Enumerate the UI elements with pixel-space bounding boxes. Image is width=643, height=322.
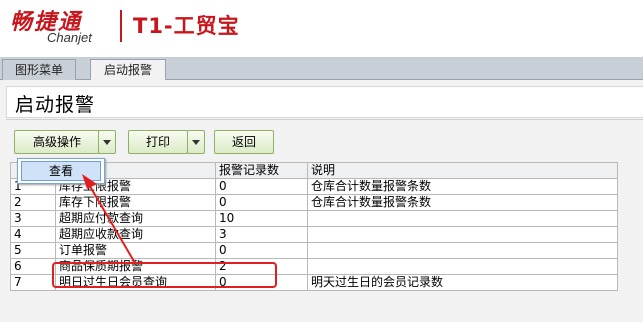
annotation-arrow-head bbox=[82, 174, 97, 189]
annotation-arrow bbox=[82, 174, 136, 264]
annotation-arrow-line bbox=[87, 182, 136, 264]
